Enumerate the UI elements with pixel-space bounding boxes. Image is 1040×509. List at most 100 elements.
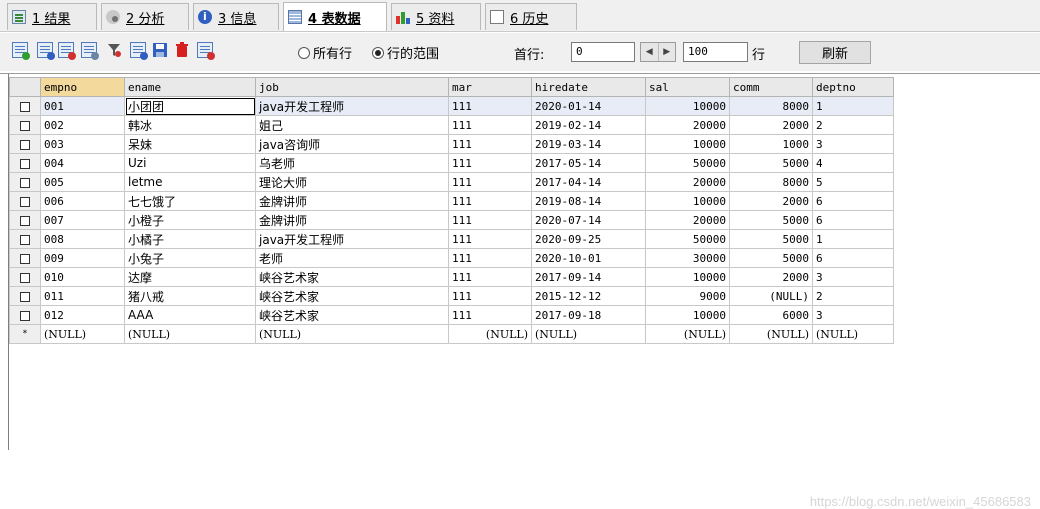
table-cell-ename[interactable]: 达摩 [124, 267, 256, 287]
table-cell-comm[interactable]: 2000 [729, 267, 813, 287]
tab-table-data[interactable]: 4 表数据 [283, 2, 387, 31]
row-select-checkbox[interactable] [9, 286, 41, 306]
table-cell-comm[interactable]: 5000 [729, 248, 813, 268]
row-select-checkbox[interactable] [9, 115, 41, 135]
row-select-checkbox[interactable] [9, 248, 41, 268]
checkbox-icon[interactable] [20, 196, 30, 207]
row-select-checkbox[interactable] [9, 229, 41, 249]
table-cell-ename[interactable]: 小团团 [124, 96, 256, 116]
table-cell-empno[interactable]: 005 [40, 172, 125, 192]
table-cell-job[interactable]: 姐己 [255, 115, 449, 135]
table-cell-job[interactable]: 峡谷艺术家 [255, 267, 449, 287]
column-header[interactable]: deptno [812, 77, 894, 97]
table-cell-job[interactable]: 金牌讲师 [255, 210, 449, 230]
new-row-cell-deptno[interactable]: (NULL) [812, 324, 894, 344]
table-cell-deptno[interactable]: 1 [812, 229, 894, 249]
radio-row-range[interactable]: 行的范围 [372, 43, 439, 62]
checkbox-icon[interactable] [20, 139, 30, 150]
table-row[interactable]: 003 呆妹 java咨询师 111 2019-03-14 10000 1000 3 [9, 134, 894, 154]
table-row[interactable]: 006 七七饿了 金牌讲师 111 2019-08-14 10000 2000 6 [9, 191, 894, 211]
table-cell-comm[interactable]: (NULL) [729, 286, 813, 306]
tab-profile[interactable]: 5 资料 [391, 3, 481, 30]
table-cell-hiredate[interactable]: 2015-12-12 [531, 286, 646, 306]
table-cell-ename[interactable]: 小橘子 [124, 229, 256, 249]
table-cell-hiredate[interactable]: 2020-09-25 [531, 229, 646, 249]
table-cell-comm[interactable]: 2000 [729, 191, 813, 211]
page-next-icon[interactable]: ▶ [659, 43, 676, 61]
table-cell-empno[interactable]: 001 [40, 96, 125, 116]
table-cell-ename[interactable]: Uzi [124, 153, 256, 173]
table-cell-hiredate[interactable]: 2017-04-14 [531, 172, 646, 192]
table-row[interactable]: 011 猪八戒 峡谷艺术家 111 2015-12-12 9000 (NULL) 2 [9, 286, 894, 306]
tab-info[interactable]: 3 信息 [193, 3, 279, 30]
table-cell-ename[interactable]: 猪八戒 [124, 286, 256, 306]
table-cell-hiredate[interactable]: 2017-09-18 [531, 305, 646, 325]
tab-analyze[interactable]: 2 分析 [101, 3, 189, 30]
table-cell-job[interactable]: 乌老师 [255, 153, 449, 173]
cancel-changes-icon[interactable] [197, 42, 215, 60]
checkbox-icon[interactable] [20, 215, 30, 226]
table-cell-job[interactable]: java开发工程师 [255, 229, 449, 249]
table-cell-comm[interactable]: 5000 [729, 229, 813, 249]
table-cell-job[interactable]: 理论大师 [255, 172, 449, 192]
first-row-input[interactable]: 0 [571, 42, 635, 62]
row-count-input[interactable]: 100 [683, 42, 748, 62]
table-cell-hiredate[interactable]: 2019-02-14 [531, 115, 646, 135]
table-row[interactable]: 008 小橘子 java开发工程师 111 2020-09-25 50000 5000 1 [9, 229, 894, 249]
insert-row-icon[interactable] [12, 42, 30, 60]
table-cell-deptno[interactable]: 3 [812, 267, 894, 287]
table-row[interactable]: 005 letme 理论大师 111 2017-04-14 20000 8000 5 [9, 172, 894, 192]
table-cell-deptno[interactable]: 2 [812, 286, 894, 306]
new-row-cell-empno[interactable]: (NULL) [40, 324, 125, 344]
table-row[interactable]: 009 小兔子 老师 111 2020-10-01 30000 5000 6 [9, 248, 894, 268]
table-cell-sal[interactable]: 10000 [645, 191, 730, 211]
table-row[interactable]: 001 小团团 java开发工程师 111 2020-01-14 10000 8000 1 [9, 96, 894, 116]
paste-row-icon[interactable] [81, 42, 99, 60]
tab-history[interactable]: 6 历史 [485, 3, 577, 30]
table-cell-hiredate[interactable]: 2019-08-14 [531, 191, 646, 211]
table-cell-ename[interactable]: 呆妹 [124, 134, 256, 154]
table-cell-hiredate[interactable]: 2020-07-14 [531, 210, 646, 230]
table-cell-mar[interactable]: 111 [448, 153, 532, 173]
table-cell-comm[interactable]: 6000 [729, 305, 813, 325]
table-cell-mar[interactable]: 111 [448, 248, 532, 268]
refresh-button[interactable]: 刷新 [799, 41, 871, 64]
row-select-checkbox[interactable] [9, 96, 41, 116]
table-cell-mar[interactable]: 111 [448, 305, 532, 325]
table-cell-empno[interactable]: 009 [40, 248, 125, 268]
table-cell-ename[interactable]: 韩冰 [124, 115, 256, 135]
table-cell-mar[interactable]: 111 [448, 286, 532, 306]
table-cell-sal[interactable]: 50000 [645, 229, 730, 249]
table-cell-mar[interactable]: 111 [448, 267, 532, 287]
column-header[interactable]: sal [645, 77, 730, 97]
table-cell-mar[interactable]: 111 [448, 210, 532, 230]
table-row[interactable]: 012 AAA 峡谷艺术家 111 2017-09-18 10000 6000 3 [9, 305, 894, 325]
new-row[interactable]: * (NULL) (NULL) (NULL) (NULL) (NULL) (NULL) (NU… [9, 324, 894, 344]
row-select-checkbox[interactable] [9, 305, 41, 325]
table-cell-empno[interactable]: 008 [40, 229, 125, 249]
table-cell-empno[interactable]: 003 [40, 134, 125, 154]
table-cell-ename[interactable]: 七七饿了 [124, 191, 256, 211]
row-select-checkbox[interactable] [9, 210, 41, 230]
table-cell-empno[interactable]: 011 [40, 286, 125, 306]
table-cell-sal[interactable]: 10000 [645, 134, 730, 154]
tab-results[interactable]: 1 结果 [7, 3, 97, 30]
table-cell-comm[interactable]: 8000 [729, 172, 813, 192]
table-cell-mar[interactable]: 111 [448, 96, 532, 116]
table-cell-ename[interactable]: 小橙子 [124, 210, 256, 230]
table-cell-empno[interactable]: 002 [40, 115, 125, 135]
duplicate-row-icon[interactable] [37, 42, 55, 60]
checkbox-icon[interactable] [20, 310, 30, 321]
table-cell-comm[interactable]: 5000 [729, 153, 813, 173]
table-cell-job[interactable]: java咨询师 [255, 134, 449, 154]
table-cell-deptno[interactable]: 3 [812, 134, 894, 154]
checkbox-icon[interactable] [20, 101, 30, 112]
table-row[interactable]: 002 韩冰 姐己 111 2019-02-14 20000 2000 2 [9, 115, 894, 135]
checkbox-icon[interactable] [20, 253, 30, 264]
column-header[interactable]: empno [40, 77, 125, 97]
table-cell-sal[interactable]: 9000 [645, 286, 730, 306]
table-cell-mar[interactable]: 111 [448, 115, 532, 135]
row-select-checkbox[interactable] [9, 191, 41, 211]
new-row-cell-ename[interactable]: (NULL) [124, 324, 256, 344]
column-header[interactable]: hiredate [531, 77, 646, 97]
